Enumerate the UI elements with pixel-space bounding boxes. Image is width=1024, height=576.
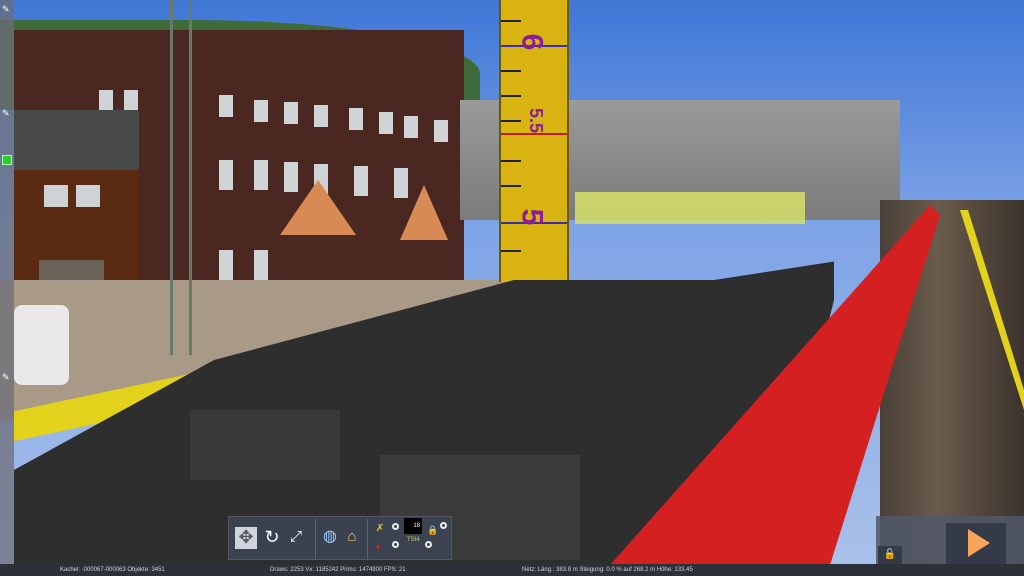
play-icon [968,529,990,557]
signal-icon[interactable]: ✗ [373,519,387,534]
3d-viewport[interactable]: 6 5.5 5 [0,0,1024,564]
roof-box [190,410,340,480]
globe-icon[interactable]: ◍ [319,527,341,549]
ruler-label: 5 [515,208,549,226]
pin-icon[interactable]: ✎ [2,108,12,118]
pin-icon[interactable]: ✎ [2,4,12,14]
grid-icon[interactable] [2,155,12,165]
status-bar: Kachel: -000067-000063 Objekte: 3451 Dra… [0,564,1024,576]
unlock-icon[interactable]: 🔓 [878,546,902,564]
network-info: Netz: Läng.: 383.8 m Steigung: 0.0 % auf… [522,567,693,573]
lock-icon[interactable]: 🔒 [427,520,438,535]
van [14,305,69,385]
left-sidebar: ✎ ✎ ✎ [0,0,14,564]
tile-info: Kachel: -000067-000063 Objekte: 3451 [60,567,165,573]
marker-icon[interactable]: ◐ [372,537,386,553]
fit-view-icon[interactable]: ✥ [235,527,257,549]
render-stats: Draws: 2253 Vx: 1185242 Prims: 1474900 F… [270,567,406,573]
scale-icon[interactable]: ⤢ [285,527,307,549]
marker-pyramid [280,180,356,235]
radio-option[interactable] [440,522,447,529]
ts-label[interactable]: TSI4 [407,537,420,543]
home-icon[interactable]: ⌂ [341,527,363,549]
radio-option[interactable] [425,541,432,548]
ruler-label: 6 [515,33,549,51]
radio-option[interactable] [392,541,399,548]
rotate-icon[interactable]: ↻ [261,527,283,549]
editor-toolbar: ✥ ↻ ⤢ ◍ ⌂ ✗ 18 🔒 ◐ TSI4 [228,516,452,560]
marker-pyramid [400,185,448,240]
pin-icon[interactable]: ✎ [2,372,12,382]
platform-signs [575,192,805,224]
play-button[interactable] [946,523,1006,564]
catenary-mast [170,0,192,355]
height-ruler: 6 5.5 5 [499,0,569,282]
counter-display: 18 [404,518,422,534]
ruler-label: 5.5 [526,107,547,134]
radio-option[interactable] [392,523,399,530]
